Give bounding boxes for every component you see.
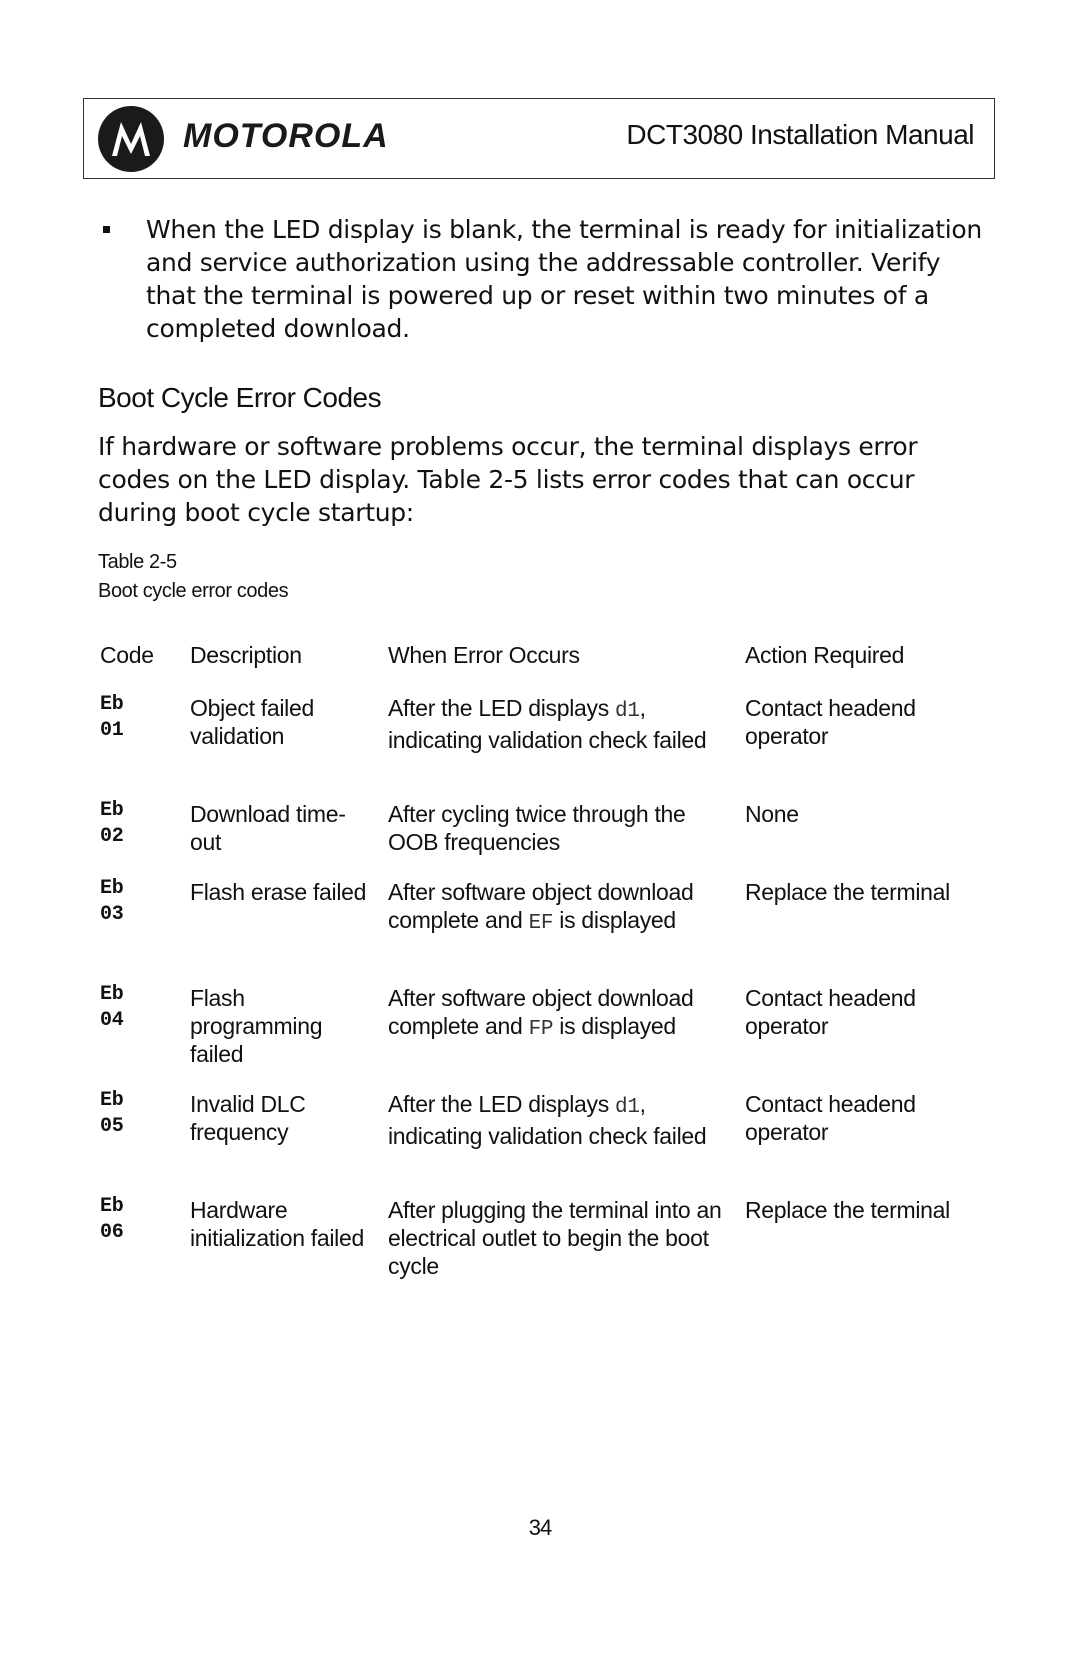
error-code-prefix: Eb [100,983,124,1006]
error-code-number: 03 [100,903,124,926]
error-description: Flash programming failed [190,985,323,1067]
led-display-code: d1 [615,1096,640,1119]
error-code-prefix: Eb [100,693,124,716]
action-required: Replace the terminal [745,879,950,905]
error-code: Eb 05 [100,1088,124,1140]
led-display-code: FP [528,1018,554,1041]
column-header-code: Code [100,642,154,668]
error-code-prefix: Eb [100,877,124,900]
action-required: Contact headend operator [745,695,916,749]
occurrence-text-continued: is displayed [553,1013,676,1039]
page-number: 34 [528,1515,552,1540]
occurrence-text: After the LED displays [388,1091,616,1117]
action-required: Contact headend operator [745,985,916,1039]
occurrence-text: After the LED displays [388,695,616,721]
error-occurrence: After software object download complete … [388,984,728,1044]
error-occurrence: After the LED displays d1, indicating va… [388,694,728,754]
table-caption: Table 2-5 Boot cycle error codes [98,548,289,606]
column-header-description: Description [190,642,302,668]
error-code: Eb 06 [100,1194,124,1246]
error-occurrence: After software object download complete … [388,878,728,938]
error-code-number: 05 [100,1115,124,1138]
table-title: Boot cycle error codes [98,580,289,602]
error-description: Download time-out [190,801,346,855]
error-code: Eb 04 [100,982,124,1034]
column-header-when: When Error Occurs [388,642,580,668]
error-description: Object failed validation [190,695,314,749]
error-description: Hardware initialization failed [190,1197,364,1251]
section-paragraph: If hardware or software problems occur, … [98,432,918,527]
error-code: Eb 01 [100,692,124,744]
error-code-number: 06 [100,1221,124,1244]
error-code: Eb 02 [100,798,124,850]
led-display-code: d1 [615,700,640,723]
led-display-code: EF [528,912,554,935]
brand-wordmark: MOTOROLA [183,117,389,155]
occurrence-text-continued: is displayed [553,907,676,933]
occurrence-text: After plugging the terminal into an elec… [388,1197,722,1279]
error-description: Invalid DLC frequency [190,1091,306,1145]
error-code-number: 04 [100,1009,124,1032]
page-header: MOTOROLA DCT3080 Installation Manual [83,98,995,179]
error-code-number: 02 [100,825,124,848]
error-occurrence: After plugging the terminal into an elec… [388,1196,728,1284]
error-code-number: 01 [100,719,124,742]
batwing-m-icon [112,122,150,156]
action-required: Contact headend operator [745,1091,916,1145]
section-heading: Boot Cycle Error Codes [98,382,382,413]
error-description: Flash erase failed [190,879,367,905]
manual-title: DCT3080 Installation Manual [626,119,974,150]
occurrence-text: After cycling twice through the OOB freq… [388,801,686,855]
error-code-prefix: Eb [100,1089,124,1112]
bullet-text: When the LED display is blank, the termi… [146,215,982,343]
error-occurrence: After the LED displays d1, indicating va… [388,1090,728,1150]
column-header-action: Action Required [745,642,905,668]
table-number: Table 2-5 [98,551,177,573]
motorola-logo-icon [98,106,164,172]
error-code: Eb 03 [100,876,124,928]
error-code-prefix: Eb [100,1195,124,1218]
error-code-prefix: Eb [100,799,124,822]
action-required: Replace the terminal [745,1197,950,1223]
square-bullet-icon [103,226,110,233]
action-required: None [745,801,799,827]
error-occurrence: After cycling twice through the OOB freq… [388,800,728,860]
